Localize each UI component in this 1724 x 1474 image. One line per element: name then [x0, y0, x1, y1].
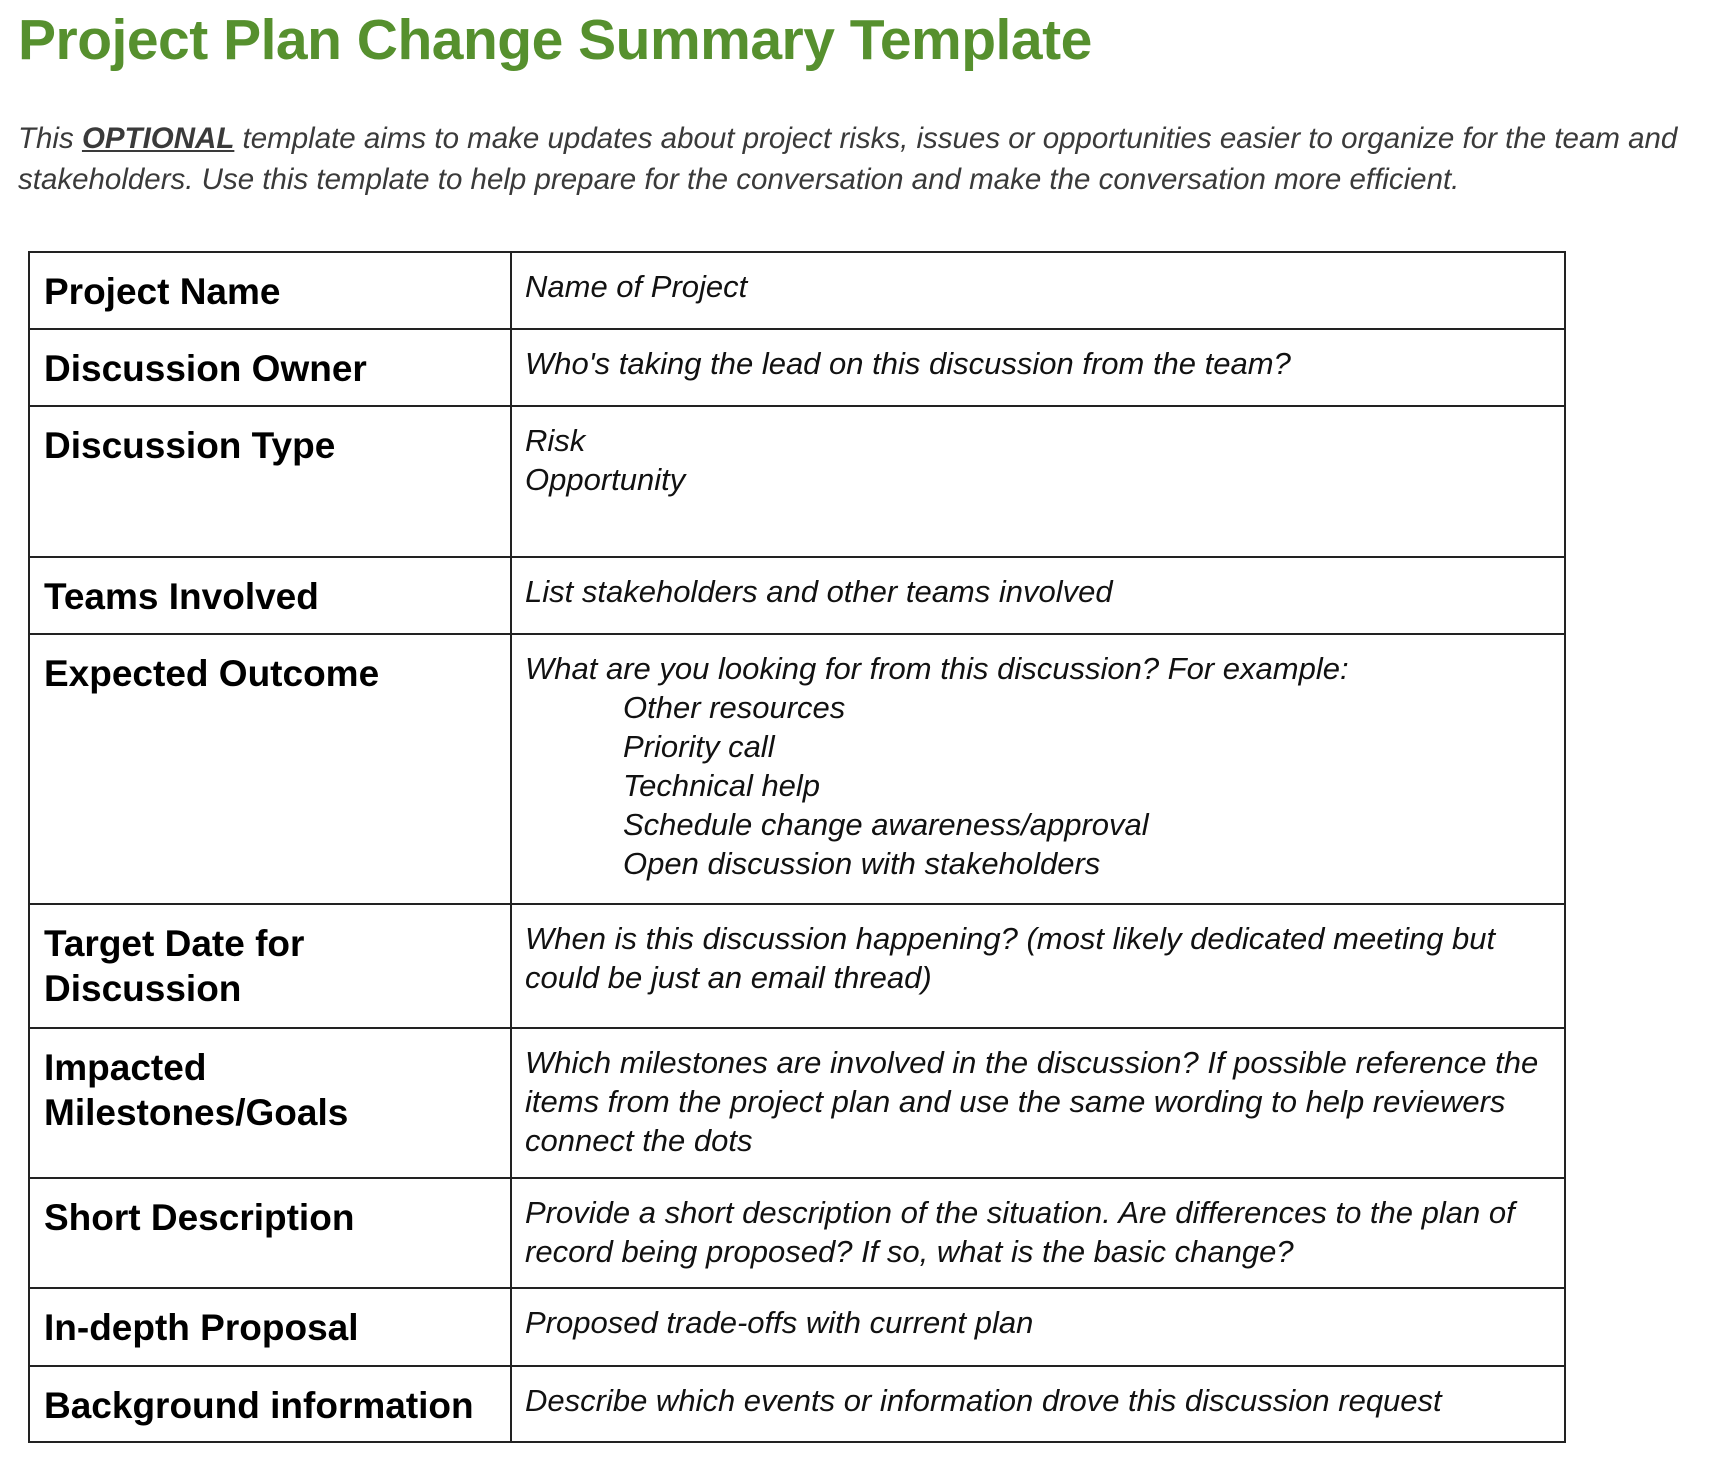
- list-item: Technical help: [623, 768, 821, 803]
- list-item: Other resources: [623, 690, 846, 725]
- intro-emphasis: OPTIONAL: [81, 122, 235, 155]
- intro-text-end: template aims to make updates about proj…: [18, 122, 1678, 196]
- row-value[interactable]: Risk Opportunity: [510, 405, 1566, 558]
- row-value[interactable]: Provide a short description of the situa…: [510, 1177, 1566, 1289]
- row-label: Expected Outcome: [28, 633, 512, 905]
- table-row-short-description: Short Description Provide a short descri…: [28, 1177, 1566, 1289]
- outcome-prompt: What are you looking for from this discu…: [525, 651, 1349, 686]
- list-item: Priority call: [623, 729, 775, 764]
- list-item: Open discussion with stakeholders: [623, 846, 1101, 881]
- row-value[interactable]: List stakeholders and other teams involv…: [510, 556, 1566, 635]
- list-item: Schedule change awareness/approval: [623, 807, 1149, 842]
- page-title: Project Plan Change Summary Template: [18, 8, 1092, 72]
- row-label: Impacted Milestones/Goals: [28, 1027, 512, 1179]
- row-label: Teams Involved: [28, 556, 512, 635]
- row-value[interactable]: Name of Project: [510, 251, 1566, 330]
- summary-table: Project Name Name of Project Discussion …: [28, 251, 1566, 1443]
- row-value[interactable]: Describe which events or information dro…: [510, 1365, 1566, 1443]
- row-label: Discussion Type: [28, 405, 512, 558]
- row-value[interactable]: Proposed trade-offs with current plan: [510, 1287, 1566, 1367]
- table-row-teams-involved: Teams Involved List stakeholders and oth…: [28, 556, 1566, 635]
- row-label: Background information: [28, 1365, 512, 1443]
- table-row-discussion-owner: Discussion Owner Who's taking the lead o…: [28, 328, 1566, 407]
- table-row-project-name: Project Name Name of Project: [28, 251, 1566, 330]
- table-row-target-date: Target Date for Discussion When is this …: [28, 903, 1566, 1029]
- row-value[interactable]: When is this discussion happening? (most…: [510, 903, 1566, 1029]
- row-label: Project Name: [28, 251, 512, 330]
- row-label: In-depth Proposal: [28, 1287, 512, 1367]
- table-row-discussion-type: Discussion Type Risk Opportunity: [28, 405, 1566, 558]
- row-value[interactable]: Who's taking the lead on this discussion…: [510, 328, 1566, 407]
- row-label: Target Date for Discussion: [28, 903, 512, 1029]
- table-row-in-depth-proposal: In-depth Proposal Proposed trade-offs wi…: [28, 1287, 1566, 1367]
- row-label: Discussion Owner: [28, 328, 512, 407]
- table-row-expected-outcome: Expected Outcome What are you looking fo…: [28, 633, 1566, 905]
- intro-paragraph: This OPTIONAL template aims to make upda…: [18, 118, 1718, 200]
- option-opportunity: Opportunity: [525, 462, 686, 497]
- option-risk: Risk: [525, 423, 586, 458]
- table-row-impacted-milestones: Impacted Milestones/Goals Which mileston…: [28, 1027, 1566, 1179]
- row-value[interactable]: Which milestones are involved in the dis…: [510, 1027, 1566, 1179]
- row-label: Short Description: [28, 1177, 512, 1289]
- table-row-background-information: Background information Describe which ev…: [28, 1365, 1566, 1443]
- row-value[interactable]: What are you looking for from this discu…: [510, 633, 1566, 905]
- intro-text-start: This: [18, 122, 82, 155]
